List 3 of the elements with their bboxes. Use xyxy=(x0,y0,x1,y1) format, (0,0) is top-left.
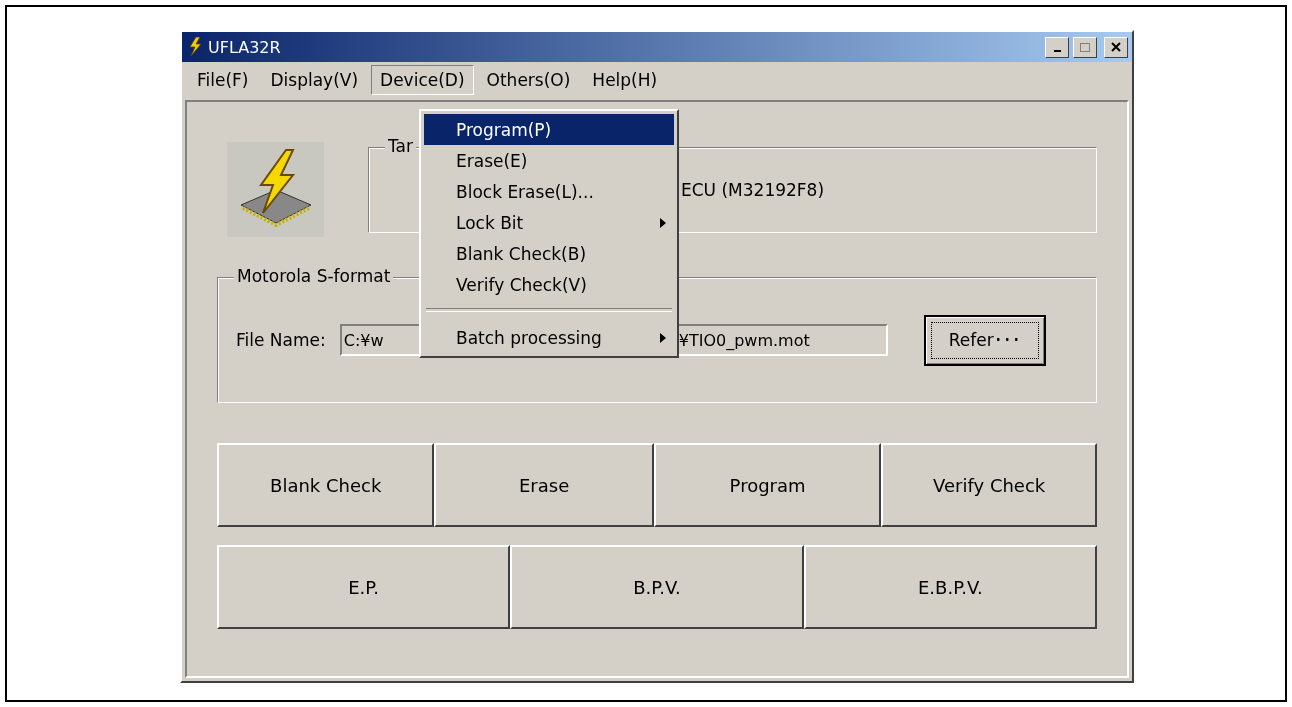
target-text: ECU (M32192F8) xyxy=(681,180,825,200)
file-name-label: File Name: xyxy=(236,330,326,350)
window-title: UFLA32R xyxy=(208,37,281,57)
